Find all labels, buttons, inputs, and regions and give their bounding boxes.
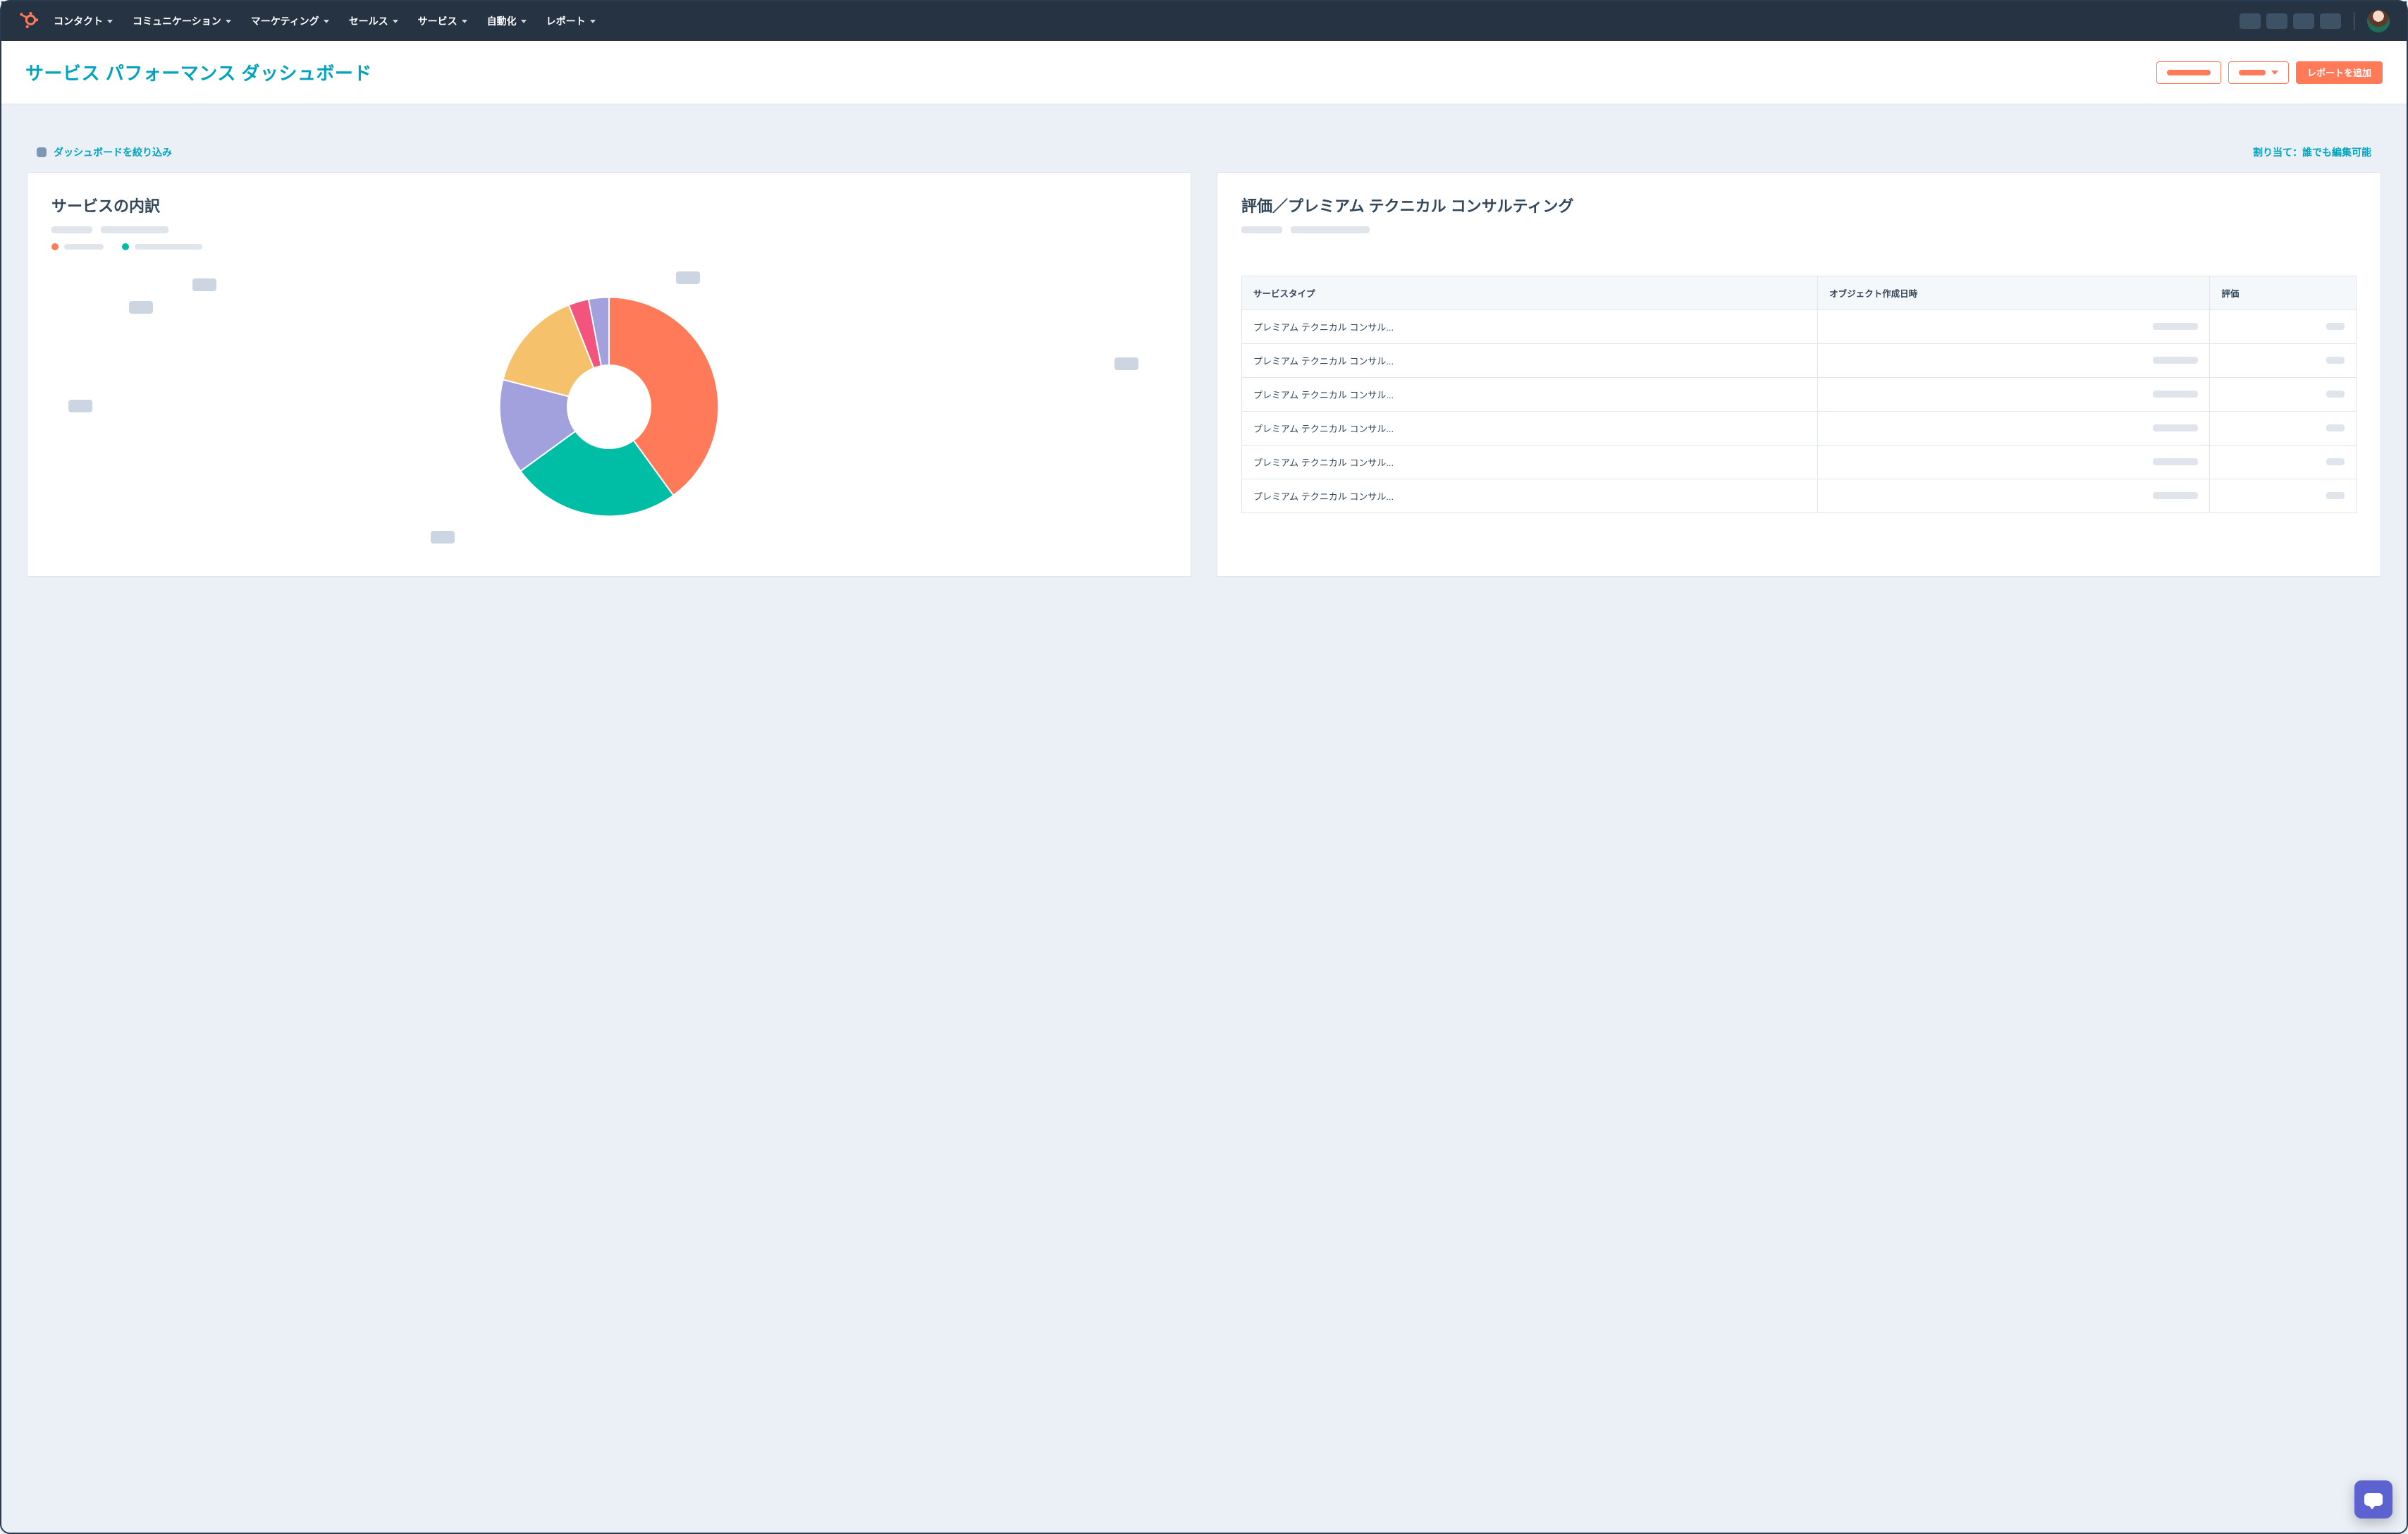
nav-items: コンタクト コミュニケーション マーケティング セールス サービス 自動化 レポ… <box>54 14 596 28</box>
avatar[interactable] <box>2367 10 2390 32</box>
chevron-down-icon <box>521 20 527 23</box>
nav-label: サービス <box>418 14 457 28</box>
nav-label: コミュニケーション <box>133 14 221 28</box>
cell-service-type: プレミアム テクニカル コンサル... <box>1242 412 1818 446</box>
table-row[interactable]: プレミアム テクニカル コンサル... <box>1242 412 2357 446</box>
card-rating-table: 評価／プレミアム テクニカル コンサルティング サービスタイプ オブジェクト作成… <box>1217 172 2381 577</box>
header-actions: レポートを追加 <box>2156 61 2383 84</box>
cell-service-type: プレミアム テクニカル コンサル... <box>1242 378 1818 412</box>
cell-service-type: プレミアム テクニカル コンサル... <box>1242 479 1818 513</box>
card-subtitle-skeleton <box>51 226 1167 233</box>
table-row[interactable]: プレミアム テクニカル コンサル... <box>1242 378 2357 412</box>
cell-rating <box>2210 378 2357 412</box>
chart-legend <box>51 243 1167 250</box>
donut-chart[interactable] <box>493 290 725 523</box>
nav-item-automation[interactable]: 自動化 <box>487 14 527 28</box>
card-subtitle-skeleton <box>1241 226 2357 233</box>
nav-item-contacts[interactable]: コンタクト <box>54 14 113 28</box>
nav-label: マーケティング <box>251 14 319 28</box>
cell-created <box>1818 344 2210 378</box>
rating-table: サービスタイプ オブジェクト作成日時 評価 プレミアム テクニカル コンサル..… <box>1241 276 2357 513</box>
nav-label: コンタクト <box>54 14 103 28</box>
assignment-link[interactable]: 割り当て：誰でも編集可能 <box>2253 145 2371 159</box>
chevron-down-icon <box>393 20 398 23</box>
chevron-down-icon <box>107 20 113 23</box>
chat-widget-button[interactable] <box>2354 1480 2392 1518</box>
cell-created <box>1818 446 2210 479</box>
table-header-rating[interactable]: 評価 <box>2210 276 2357 310</box>
filter-dashboard-link[interactable]: ダッシュボードを絞り込み <box>37 145 172 159</box>
cell-created <box>1818 378 2210 412</box>
cell-service-type: プレミアム テクニカル コンサル... <box>1242 310 1818 344</box>
topbar-action-3[interactable] <box>2293 13 2314 29</box>
cell-rating <box>2210 479 2357 513</box>
cell-rating <box>2210 310 2357 344</box>
legend-dot-icon <box>51 243 59 250</box>
table-row[interactable]: プレミアム テクニカル コンサル... <box>1242 479 2357 513</box>
legend-dot-icon <box>122 243 129 250</box>
top-right-actions <box>2240 10 2390 32</box>
donut-chart-container <box>51 259 1167 555</box>
cell-created <box>1818 479 2210 513</box>
header-dropdown-button[interactable] <box>2228 61 2289 84</box>
nav-label: レポート <box>546 14 586 28</box>
chevron-down-icon <box>462 20 467 23</box>
chart-callout-tag <box>129 301 153 314</box>
nav-item-communication[interactable]: コミュニケーション <box>133 14 231 28</box>
page-header: サービス パフォーマンス ダッシュボード レポートを追加 <box>1 41 2407 104</box>
cell-rating <box>2210 344 2357 378</box>
nav-item-sales[interactable]: セールス <box>349 14 398 28</box>
content-area: ダッシュボードを絞り込み 割り当て：誰でも編集可能 サービスの内訳 <box>1 104 2407 1533</box>
topbar-action-1[interactable] <box>2240 13 2261 29</box>
page-title: サービス パフォーマンス ダッシュボード <box>25 59 372 85</box>
cell-created <box>1818 310 2210 344</box>
table-header-row: サービスタイプ オブジェクト作成日時 評価 <box>1242 276 2357 310</box>
chevron-down-icon <box>324 20 329 23</box>
chart-callout-tag <box>192 278 216 291</box>
chart-callout-tag <box>68 400 92 412</box>
top-nav: コンタクト コミュニケーション マーケティング セールス サービス 自動化 レポ… <box>1 1 2407 41</box>
card-title: 評価／プレミアム テクニカル コンサルティング <box>1241 194 2357 216</box>
nav-item-marketing[interactable]: マーケティング <box>251 14 329 28</box>
nav-label: セールス <box>349 14 388 28</box>
hubspot-logo-icon[interactable] <box>18 11 38 31</box>
cell-service-type: プレミアム テクニカル コンサル... <box>1242 344 1818 378</box>
card-title: サービスの内訳 <box>51 194 1167 216</box>
nav-item-reports[interactable]: レポート <box>546 14 596 28</box>
table-header-service-type[interactable]: サービスタイプ <box>1242 276 1818 310</box>
nav-item-service[interactable]: サービス <box>418 14 467 28</box>
filter-chip-icon <box>37 147 47 157</box>
cell-service-type: プレミアム テクニカル コンサル... <box>1242 446 1818 479</box>
subheader-row: ダッシュボードを絞り込み 割り当て：誰でも編集可能 <box>37 145 2371 159</box>
chart-callout-tag <box>676 271 700 284</box>
cell-rating <box>2210 412 2357 446</box>
chart-callout-tag <box>431 531 455 544</box>
legend-item-2[interactable] <box>122 243 202 250</box>
add-report-label: レポートを追加 <box>2307 66 2371 79</box>
topbar-action-4[interactable] <box>2320 13 2341 29</box>
table-row[interactable]: プレミアム テクニカル コンサル... <box>1242 310 2357 344</box>
table-row[interactable]: プレミアム テクニカル コンサル... <box>1242 344 2357 378</box>
chevron-down-icon <box>590 20 596 23</box>
nav-label: 自動化 <box>487 14 517 28</box>
legend-item-1[interactable] <box>51 243 104 250</box>
table-row[interactable]: プレミアム テクニカル コンサル... <box>1242 446 2357 479</box>
filter-label: ダッシュボードを絞り込み <box>54 145 172 159</box>
add-report-button[interactable]: レポートを追加 <box>2296 61 2383 84</box>
legend-label-skeleton <box>64 244 104 250</box>
chevron-down-icon <box>2271 70 2278 75</box>
legend-label-skeleton <box>135 244 202 250</box>
chat-icon <box>2364 1493 2383 1506</box>
table-header-created[interactable]: オブジェクト作成日時 <box>1818 276 2210 310</box>
chevron-down-icon <box>226 20 231 23</box>
card-service-breakdown: サービスの内訳 <box>27 172 1191 577</box>
topbar-action-2[interactable] <box>2266 13 2287 29</box>
cell-rating <box>2210 446 2357 479</box>
header-outline-button-1[interactable] <box>2156 61 2221 84</box>
chart-callout-tag <box>1114 357 1138 370</box>
cell-created <box>1818 412 2210 446</box>
